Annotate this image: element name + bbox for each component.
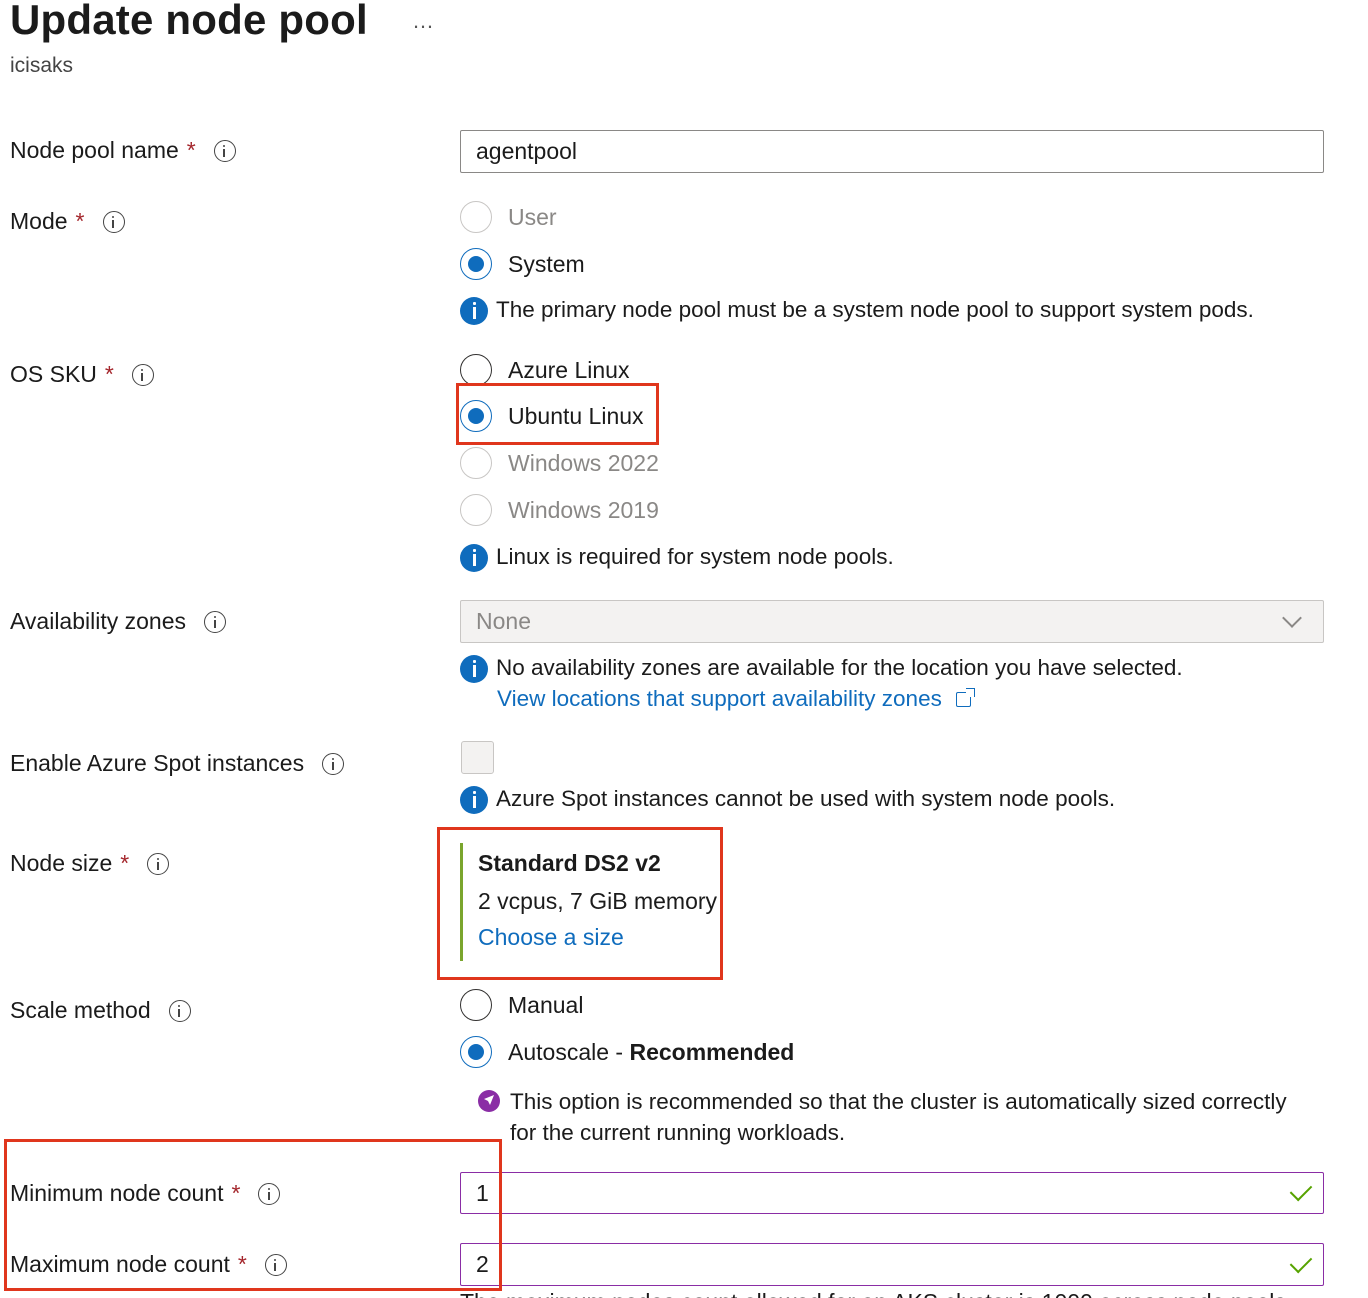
required-marker: * bbox=[75, 208, 85, 234]
info-icon[interactable] bbox=[322, 752, 345, 775]
info-icon[interactable] bbox=[131, 363, 154, 386]
more-options-button[interactable]: … bbox=[412, 8, 436, 34]
radio-button[interactable] bbox=[460, 447, 492, 479]
spot-instances-label: Enable Azure Spot instances bbox=[10, 750, 345, 777]
availability-zones-label: Availability zones bbox=[10, 608, 227, 635]
scale-method-label: Scale method bbox=[10, 997, 191, 1024]
mode-option-system[interactable]: System bbox=[460, 248, 585, 280]
info-icon[interactable] bbox=[147, 852, 170, 875]
info-icon[interactable] bbox=[102, 210, 125, 233]
radio-button[interactable] bbox=[460, 354, 492, 386]
os-sku-option-azure-linux[interactable]: Azure Linux bbox=[460, 354, 629, 386]
os-sku-option-windows-2022[interactable]: Windows 2022 bbox=[460, 447, 659, 479]
chevron-down-icon bbox=[1282, 608, 1302, 628]
availability-zones-link[interactable]: View locations that support availability… bbox=[497, 686, 976, 712]
mode-note: The primary node pool must be a system n… bbox=[460, 297, 1254, 325]
highlight-box-os-sku bbox=[456, 383, 659, 445]
radio-button-checked[interactable] bbox=[460, 1036, 492, 1068]
required-marker: * bbox=[120, 850, 130, 876]
availability-zones-dropdown[interactable]: None bbox=[460, 600, 1324, 643]
os-sku-label: OS SKU * bbox=[10, 361, 154, 388]
radio-button[interactable] bbox=[460, 494, 492, 526]
scale-method-option-autoscale[interactable]: Autoscale - Recommended bbox=[460, 1036, 794, 1068]
mode-label: Mode * bbox=[10, 208, 125, 235]
max-count-footnote: The maximum nodes count allowed for an A… bbox=[460, 1289, 1292, 1298]
highlight-box-node-size bbox=[437, 827, 723, 980]
radio-button[interactable] bbox=[460, 201, 492, 233]
spot-instances-note: Azure Spot instances cannot be used with… bbox=[460, 786, 1115, 814]
radio-button-checked[interactable] bbox=[460, 248, 492, 280]
spot-instances-checkbox[interactable] bbox=[461, 741, 494, 774]
scale-method-option-manual[interactable]: Manual bbox=[460, 989, 583, 1021]
highlight-box-node-count bbox=[4, 1139, 502, 1291]
node-pool-name-label: Node pool name * bbox=[10, 137, 236, 164]
required-marker: * bbox=[104, 361, 114, 387]
mode-option-user[interactable]: User bbox=[460, 201, 557, 233]
info-icon[interactable] bbox=[168, 999, 191, 1022]
radio-button[interactable] bbox=[460, 989, 492, 1021]
recommended-label: Recommended bbox=[629, 1038, 795, 1065]
os-sku-note: Linux is required for system node pools. bbox=[460, 544, 894, 572]
info-filled-icon bbox=[460, 655, 488, 683]
page-title: Update node pool bbox=[10, 0, 368, 43]
max-node-count-input[interactable]: 2 bbox=[460, 1243, 1324, 1286]
external-link-icon bbox=[956, 688, 976, 707]
node-pool-name-input[interactable]: agentpool bbox=[460, 130, 1324, 173]
checkmark-icon bbox=[1289, 1250, 1313, 1273]
node-size-label: Node size * bbox=[10, 850, 170, 877]
info-icon[interactable] bbox=[213, 139, 236, 162]
info-filled-icon bbox=[460, 786, 488, 814]
page-subtitle: icisaks bbox=[10, 54, 74, 77]
info-icon[interactable] bbox=[204, 610, 227, 633]
required-marker: * bbox=[186, 137, 196, 163]
scale-method-note: This option is recommended so that the c… bbox=[478, 1086, 1287, 1148]
info-filled-icon bbox=[460, 297, 488, 325]
checkmark-icon bbox=[1289, 1178, 1313, 1202]
min-node-count-input[interactable]: 1 bbox=[460, 1172, 1324, 1214]
availability-zones-note: No availability zones are available for … bbox=[460, 655, 1183, 683]
os-sku-option-windows-2019[interactable]: Windows 2019 bbox=[460, 494, 659, 526]
info-filled-icon bbox=[460, 544, 488, 572]
rocket-icon bbox=[478, 1090, 500, 1112]
